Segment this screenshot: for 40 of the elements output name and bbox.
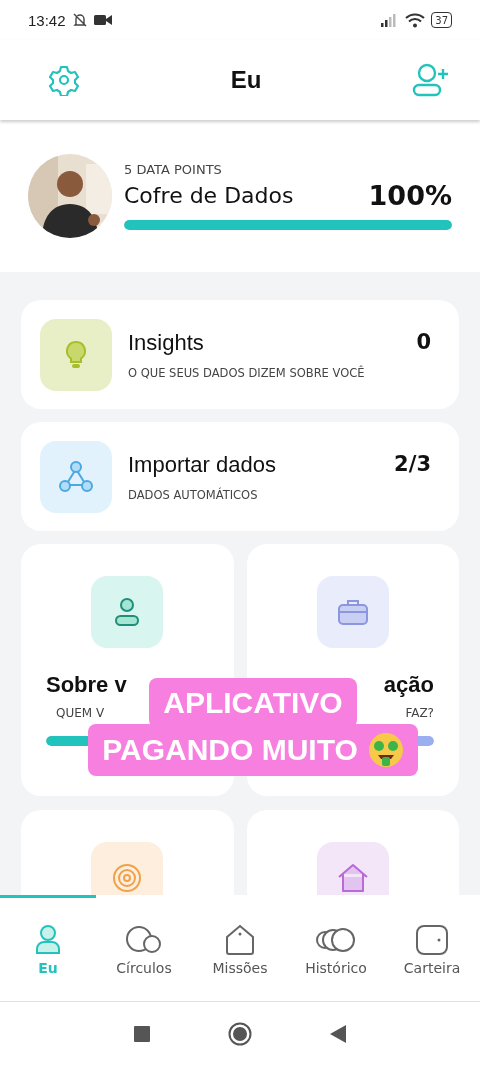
target-icon <box>112 863 143 893</box>
nav-tab[interactable]: Carteira <box>384 895 480 1001</box>
nav-tab[interactable]: Histórico <box>288 895 384 1001</box>
briefcase-icon <box>335 597 370 627</box>
video-camera-icon <box>93 14 112 26</box>
circles-icon <box>125 923 163 956</box>
battery-level: 37 <box>431 12 452 28</box>
person-icon <box>34 923 62 956</box>
menu-card[interactable]: Insights 0 O QUE SEUS DADOS DIZEM SOBRE VOCÊ <box>21 300 459 409</box>
wifi-icon <box>405 12 426 28</box>
home-icon[interactable] <box>228 1022 252 1046</box>
lightbulb-icon <box>64 339 88 370</box>
vault-title: Cofre de Dados <box>124 183 294 208</box>
caption-text: PAGANDO MUITO <box>88 724 418 776</box>
card-subtitle: QUEM V <box>56 706 105 720</box>
card-title: ação <box>383 672 434 699</box>
money-face-icon <box>367 732 404 768</box>
card-count: 2/3 <box>394 451 431 478</box>
card-title: Sobre v <box>46 672 127 699</box>
add-user-icon[interactable] <box>412 63 450 97</box>
card-count: 0 <box>416 329 431 356</box>
wallet-icon <box>415 923 449 956</box>
tag-icon <box>224 923 256 956</box>
status-time: 13:42 <box>28 11 66 29</box>
nav-tab[interactable]: Círculos <box>96 895 192 1001</box>
back-icon[interactable] <box>330 1025 346 1043</box>
nav-tab[interactable]: Missões <box>192 895 288 1001</box>
card-title: Insights <box>128 329 204 356</box>
card-title: Importar dados <box>128 451 276 478</box>
card-subtitle: DADOS AUTOMÁTICOS <box>128 487 259 502</box>
network-icon <box>58 459 94 494</box>
card-subtitle: O QUE SEUS DADOS DIZEM SOBRE VOCÊ <box>128 365 366 380</box>
vault-percent: 100% <box>368 180 452 211</box>
card-subtitle: FAZ? <box>405 706 434 720</box>
page-title: Eu <box>230 66 262 94</box>
bell-muted-icon <box>71 12 88 28</box>
settings-icon[interactable] <box>48 64 80 96</box>
menu-card[interactable]: Importar dados 2/3 DADOS AUTOMÁTICOS <box>21 422 459 531</box>
person-icon <box>113 596 142 628</box>
data-points-label: 5 DATA POINTS <box>124 162 223 177</box>
